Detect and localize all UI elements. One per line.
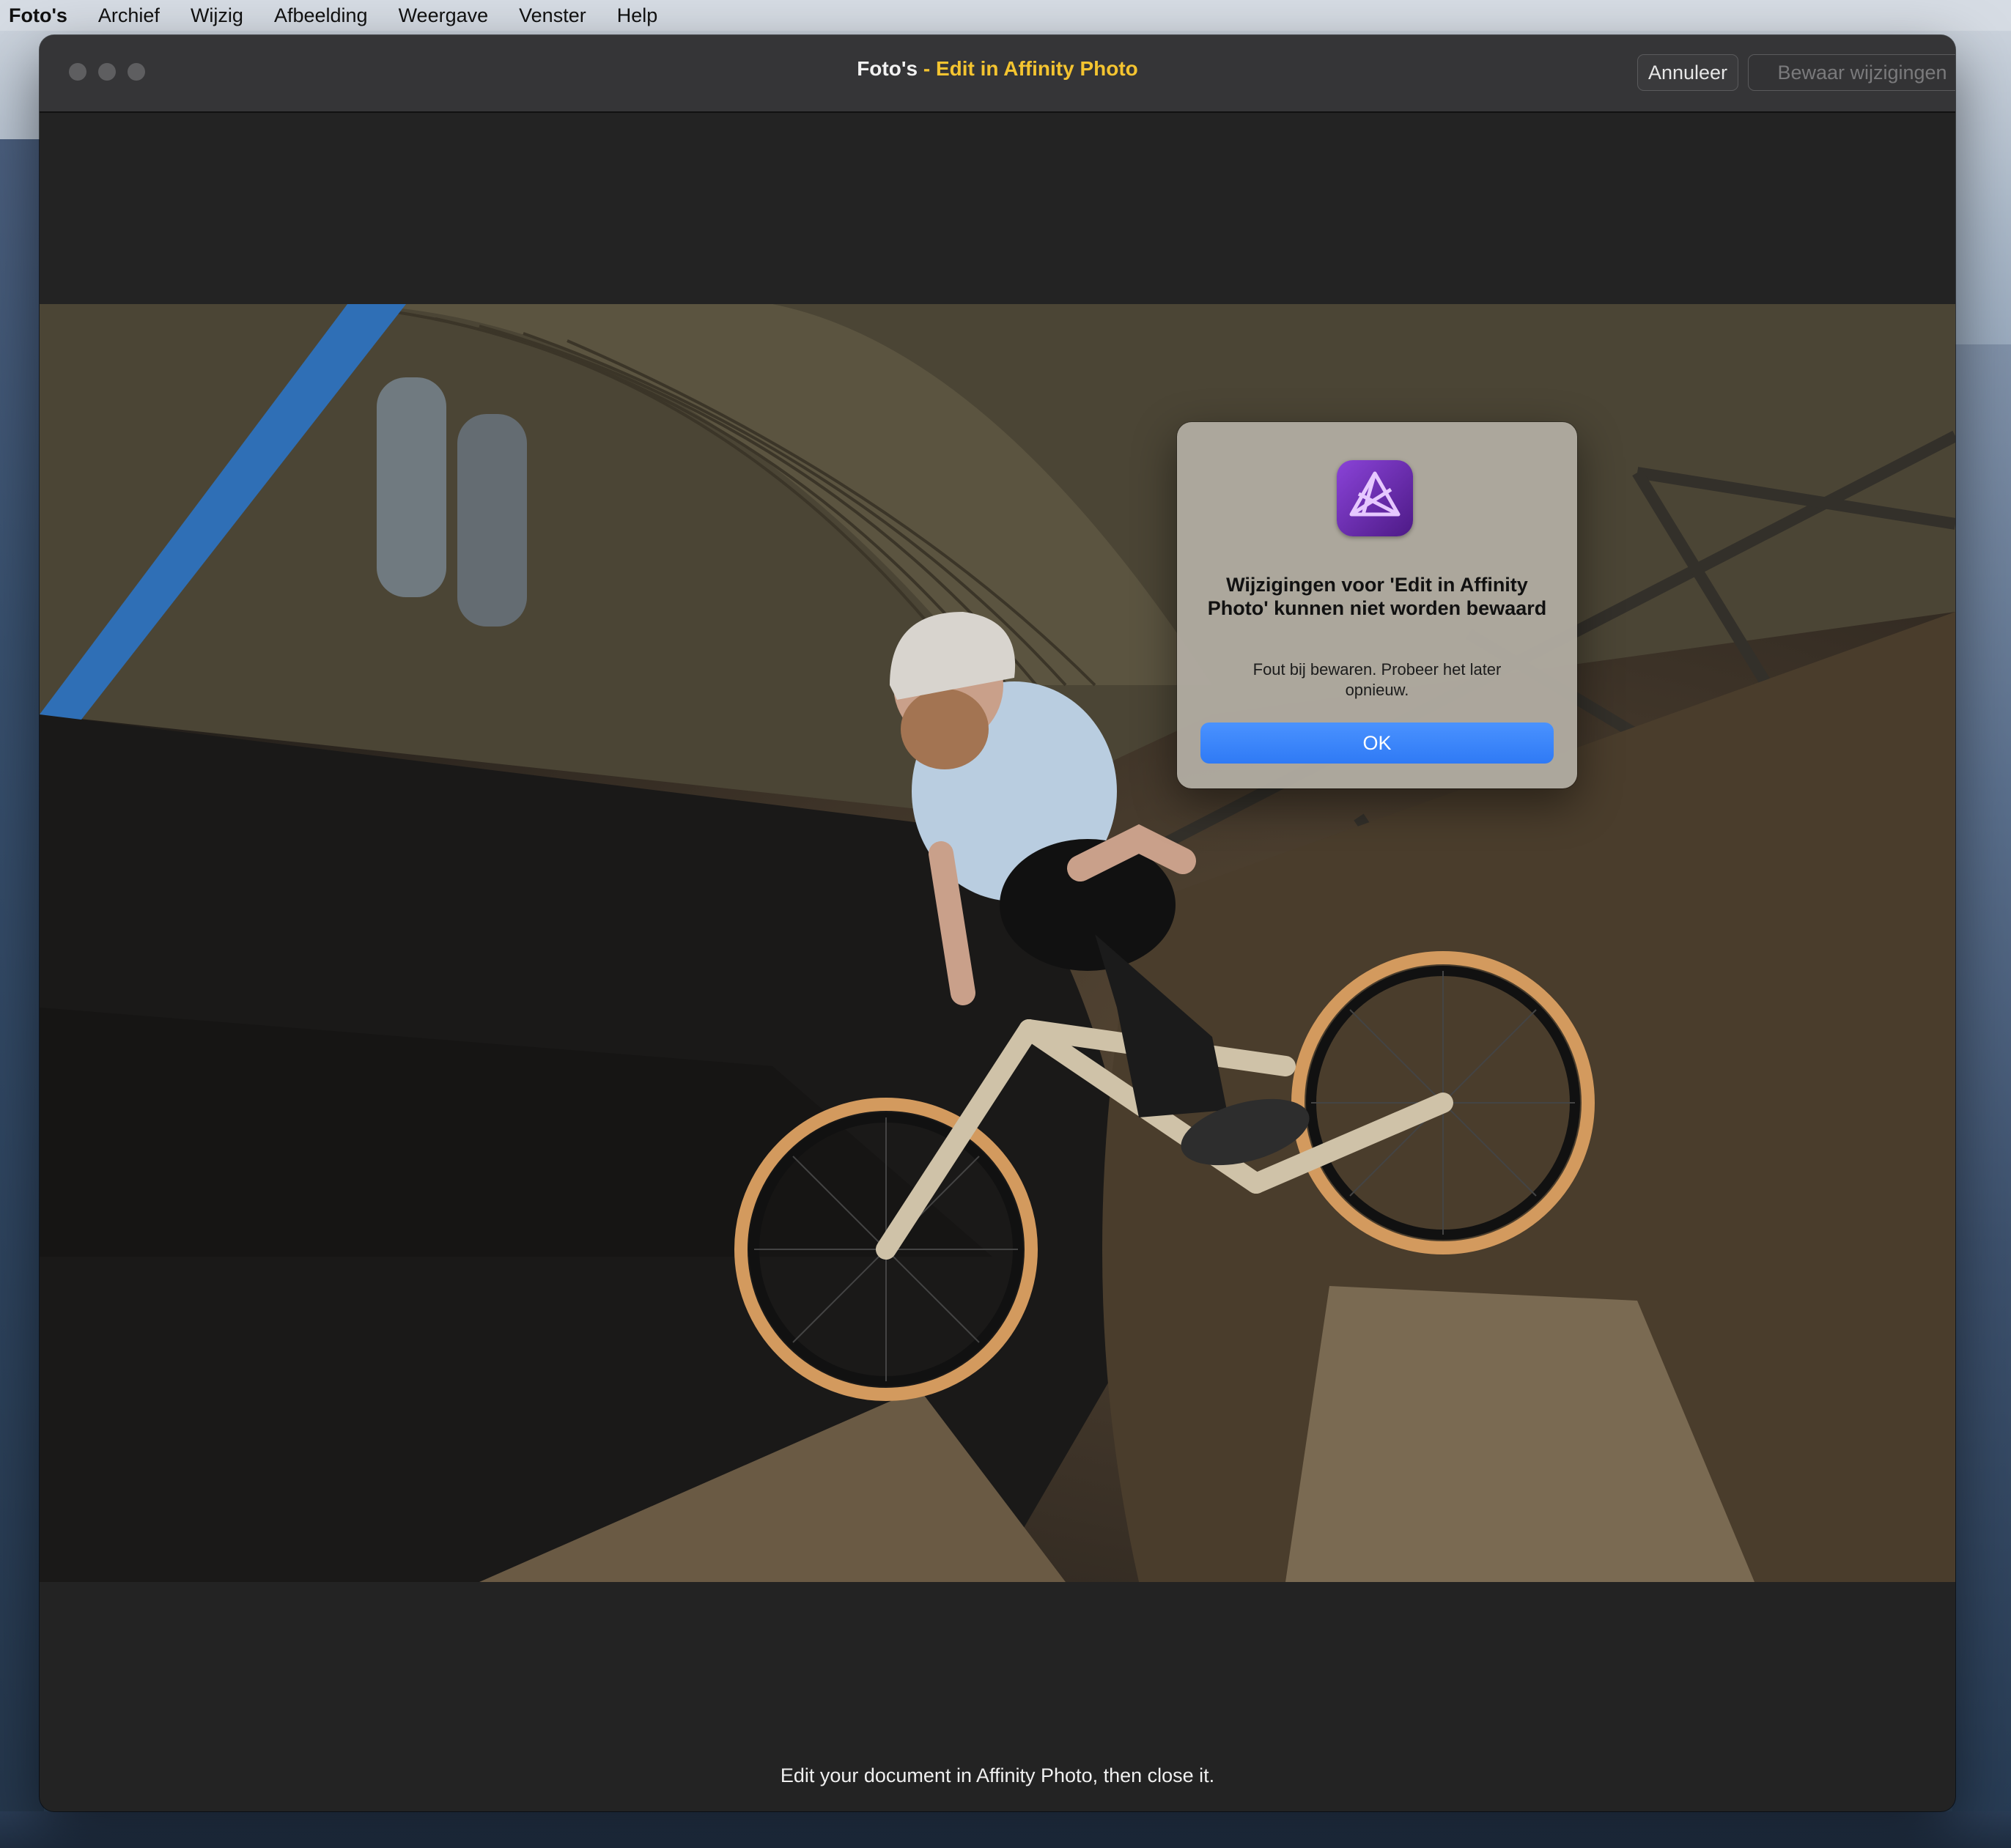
photos-edit-window: Foto's - Edit in Affinity Photo Annuleer…: [40, 35, 1955, 1811]
window-title-separator: -: [918, 57, 936, 80]
menu-archief[interactable]: Archief: [83, 0, 175, 31]
menu-app-name[interactable]: Foto's: [0, 0, 83, 31]
cancel-button[interactable]: Annuleer: [1637, 54, 1738, 91]
menu-help[interactable]: Help: [602, 0, 674, 31]
menu-bar: Foto's Archief Wijzig Afbeelding Weergav…: [0, 0, 2011, 31]
menu-afbeelding[interactable]: Afbeelding: [259, 0, 383, 31]
menu-weergave[interactable]: Weergave: [383, 0, 504, 31]
photo-image: [40, 304, 1955, 1582]
alert-title: Wijzigingen voor 'Edit in Affinity Photo…: [1207, 574, 1547, 619]
window-title-app: Foto's: [857, 57, 918, 80]
alert-message: Fout bij bewaren. Probeer het later opni…: [1252, 660, 1502, 699]
desktop-wallpaper-right: [1952, 344, 2011, 1848]
menu-wijzig[interactable]: Wijzig: [175, 0, 259, 31]
window-titlebar: Foto's - Edit in Affinity Photo Annuleer…: [40, 35, 1955, 113]
footer-instruction: Edit your document in Affinity Photo, th…: [780, 1764, 1215, 1786]
affinity-photo-icon: [1337, 460, 1413, 536]
desktop-wallpaper-left: [0, 139, 44, 1848]
photo-preview: [40, 304, 1955, 1582]
error-alert-dialog: Wijzigingen voor 'Edit in Affinity Photo…: [1177, 422, 1577, 788]
window-title-extension: Edit in Affinity Photo: [935, 57, 1138, 80]
menu-venster[interactable]: Venster: [503, 0, 602, 31]
save-changes-button[interactable]: Bewaar wijzigingen: [1748, 54, 1955, 91]
ok-button[interactable]: OK: [1200, 722, 1554, 764]
desktop-wallpaper-bottom: [0, 1811, 2011, 1848]
